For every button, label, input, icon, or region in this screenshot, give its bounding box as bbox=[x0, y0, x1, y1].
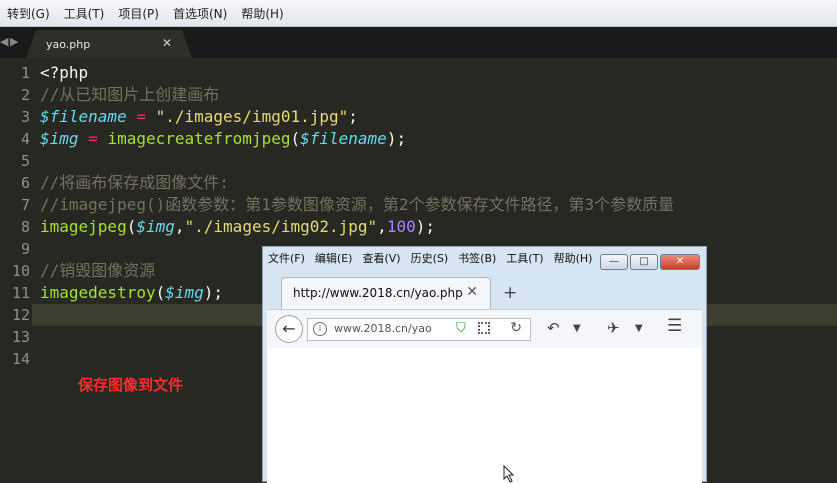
line-number: 7 bbox=[20, 196, 30, 214]
line-number: 6 bbox=[20, 174, 30, 192]
address-text: www.2018.cn/yao bbox=[334, 322, 432, 335]
close-icon[interactable]: ✕ bbox=[466, 284, 478, 300]
info-icon[interactable]: i bbox=[313, 322, 327, 336]
editor-tab-yao-php[interactable]: yao.php ✕ bbox=[26, 30, 192, 58]
line-number: 11 bbox=[11, 284, 30, 302]
line-number: 9 bbox=[20, 240, 30, 258]
code-token-op: = bbox=[78, 129, 108, 148]
address-bar[interactable]: i www.2018.cn/yao ⛉ ↻ bbox=[307, 318, 531, 341]
window-controls: — □ ✕ bbox=[600, 254, 700, 270]
line-number: 5 bbox=[20, 152, 30, 170]
code-token-var: $img bbox=[40, 129, 79, 148]
browser-navbar: ← i www.2018.cn/yao ⛉ ↻ ↶ ▼ ✈ ▼ ☰ bbox=[267, 309, 702, 349]
code-line-8: imagejpeg($img,"./images/img02.jpg",100)… bbox=[40, 216, 674, 238]
shield-icon[interactable]: ⛉ bbox=[456, 321, 466, 336]
close-icon[interactable]: ✕ bbox=[162, 36, 172, 50]
code-token-punct: , bbox=[174, 217, 185, 236]
undo-icon[interactable]: ↶ bbox=[547, 319, 560, 337]
extension-icon[interactable]: ✈ bbox=[607, 319, 620, 337]
dropdown-icon[interactable]: ▼ bbox=[573, 323, 581, 334]
menu-help[interactable]: 帮助(H) bbox=[234, 5, 290, 22]
editor-tab-title: yao.php bbox=[46, 38, 91, 51]
code-token-punct: ( bbox=[126, 217, 137, 236]
code-token-function: imagedestroy bbox=[40, 283, 156, 302]
line-number: 13 bbox=[11, 328, 30, 346]
app-menubar: 转到(G) 工具(T) 项目(P) 首选项(N) 帮助(H) bbox=[0, 0, 837, 27]
code-line-3: $filename = "./images/img01.jpg"; bbox=[40, 106, 674, 128]
code-line-7: //imagejpeg()函数参数：第1参数图像资源，第2个参数保存文件路径，第… bbox=[40, 195, 675, 214]
browser-menu-help[interactable]: 帮助(H) bbox=[549, 250, 598, 266]
code-token-number: 100 bbox=[386, 217, 416, 236]
menu-project[interactable]: 项目(P) bbox=[111, 5, 166, 22]
code-token-var: $filename bbox=[300, 129, 387, 148]
hamburger-menu-icon[interactable]: ☰ bbox=[667, 316, 682, 336]
code-token-punct: ); bbox=[415, 217, 435, 236]
code-token-var: $filename bbox=[40, 107, 127, 126]
code-token-punct: ( bbox=[155, 283, 166, 302]
browser-menu-file[interactable]: 文件(F) bbox=[263, 250, 310, 266]
code-token-function: imagecreatefromjpeg bbox=[107, 129, 291, 148]
mouse-cursor-icon bbox=[503, 465, 515, 483]
minimize-icon[interactable]: — bbox=[600, 254, 628, 270]
line-number: 1 bbox=[20, 64, 30, 82]
code-line-4: $img = imagecreatefromjpeg($filename); bbox=[40, 128, 674, 150]
php-open-tag: <?php bbox=[40, 63, 89, 82]
code-line-6: //将画布保存成图像文件: bbox=[40, 173, 229, 192]
browser-menu-history[interactable]: 历史(S) bbox=[406, 250, 454, 266]
qr-icon[interactable] bbox=[478, 322, 490, 334]
browser-tab-title: http://www.2018.cn/yao.php bbox=[293, 286, 463, 300]
tab-scroll-left-icon[interactable]: ◀ bbox=[0, 35, 8, 48]
code-token-punct: ; bbox=[348, 107, 358, 126]
line-number: 3 bbox=[20, 108, 30, 126]
line-number: 2 bbox=[20, 86, 30, 104]
code-token-var: $img bbox=[136, 217, 175, 236]
code-line-1: <?php bbox=[40, 62, 674, 84]
browser-menu-view[interactable]: 查看(V) bbox=[357, 250, 405, 266]
editor-tab-bar: ◀ ▶ yao.php ✕ bbox=[0, 27, 837, 58]
back-arrow-icon[interactable]: ← bbox=[275, 315, 303, 343]
browser-menu-edit[interactable]: 编辑(E) bbox=[310, 250, 358, 266]
code-token-string: "./images/img02.jpg" bbox=[184, 217, 378, 236]
new-tab-icon[interactable]: + bbox=[503, 283, 517, 303]
window-close-icon[interactable]: ✕ bbox=[660, 254, 700, 270]
code-token-punct: ); bbox=[203, 283, 224, 302]
code-token-var: $img bbox=[165, 283, 204, 302]
maximize-icon[interactable]: □ bbox=[630, 254, 658, 270]
menu-preferences[interactable]: 首选项(N) bbox=[166, 5, 234, 22]
dropdown-icon[interactable]: ▼ bbox=[635, 323, 643, 334]
menu-goto[interactable]: 转到(G) bbox=[0, 5, 57, 22]
browser-menu-bookmarks[interactable]: 书签(B) bbox=[453, 250, 501, 266]
line-number: 10 bbox=[11, 262, 30, 280]
line-number: 14 bbox=[11, 350, 30, 368]
code-line-2: //从已知图片上创建画布 bbox=[40, 85, 220, 104]
annotation-caption: 保存图像到文件 bbox=[78, 376, 184, 394]
line-number: 8 bbox=[20, 218, 30, 236]
menu-tools[interactable]: 工具(T) bbox=[57, 5, 112, 22]
code-token-punct: ( bbox=[290, 129, 301, 148]
code-token-punct: , bbox=[377, 217, 387, 236]
tab-scroll-right-icon[interactable]: ▶ bbox=[10, 35, 18, 48]
reload-icon[interactable]: ↻ bbox=[510, 320, 522, 336]
line-number: 4 bbox=[20, 130, 30, 148]
code-token-punct: ); bbox=[386, 129, 407, 148]
line-number-gutter: 1 2 3 4 5 6 7 8 9 10 11 12 13 14 bbox=[0, 62, 30, 370]
code-token-string: "./images/img01.jpg" bbox=[155, 107, 349, 126]
browser-window[interactable]: 文件(F) 编辑(E) 查看(V) 历史(S) 书签(B) 工具(T) 帮助(H… bbox=[262, 246, 707, 483]
browser-menu-tools[interactable]: 工具(T) bbox=[501, 250, 548, 266]
code-token-function: imagejpeg bbox=[40, 217, 127, 236]
browser-content-area[interactable] bbox=[267, 348, 702, 483]
code-token-op: = bbox=[126, 107, 156, 126]
line-number: 12 bbox=[11, 306, 30, 324]
browser-tab[interactable]: http://www.2018.cn/yao.php ✕ bbox=[281, 277, 491, 309]
